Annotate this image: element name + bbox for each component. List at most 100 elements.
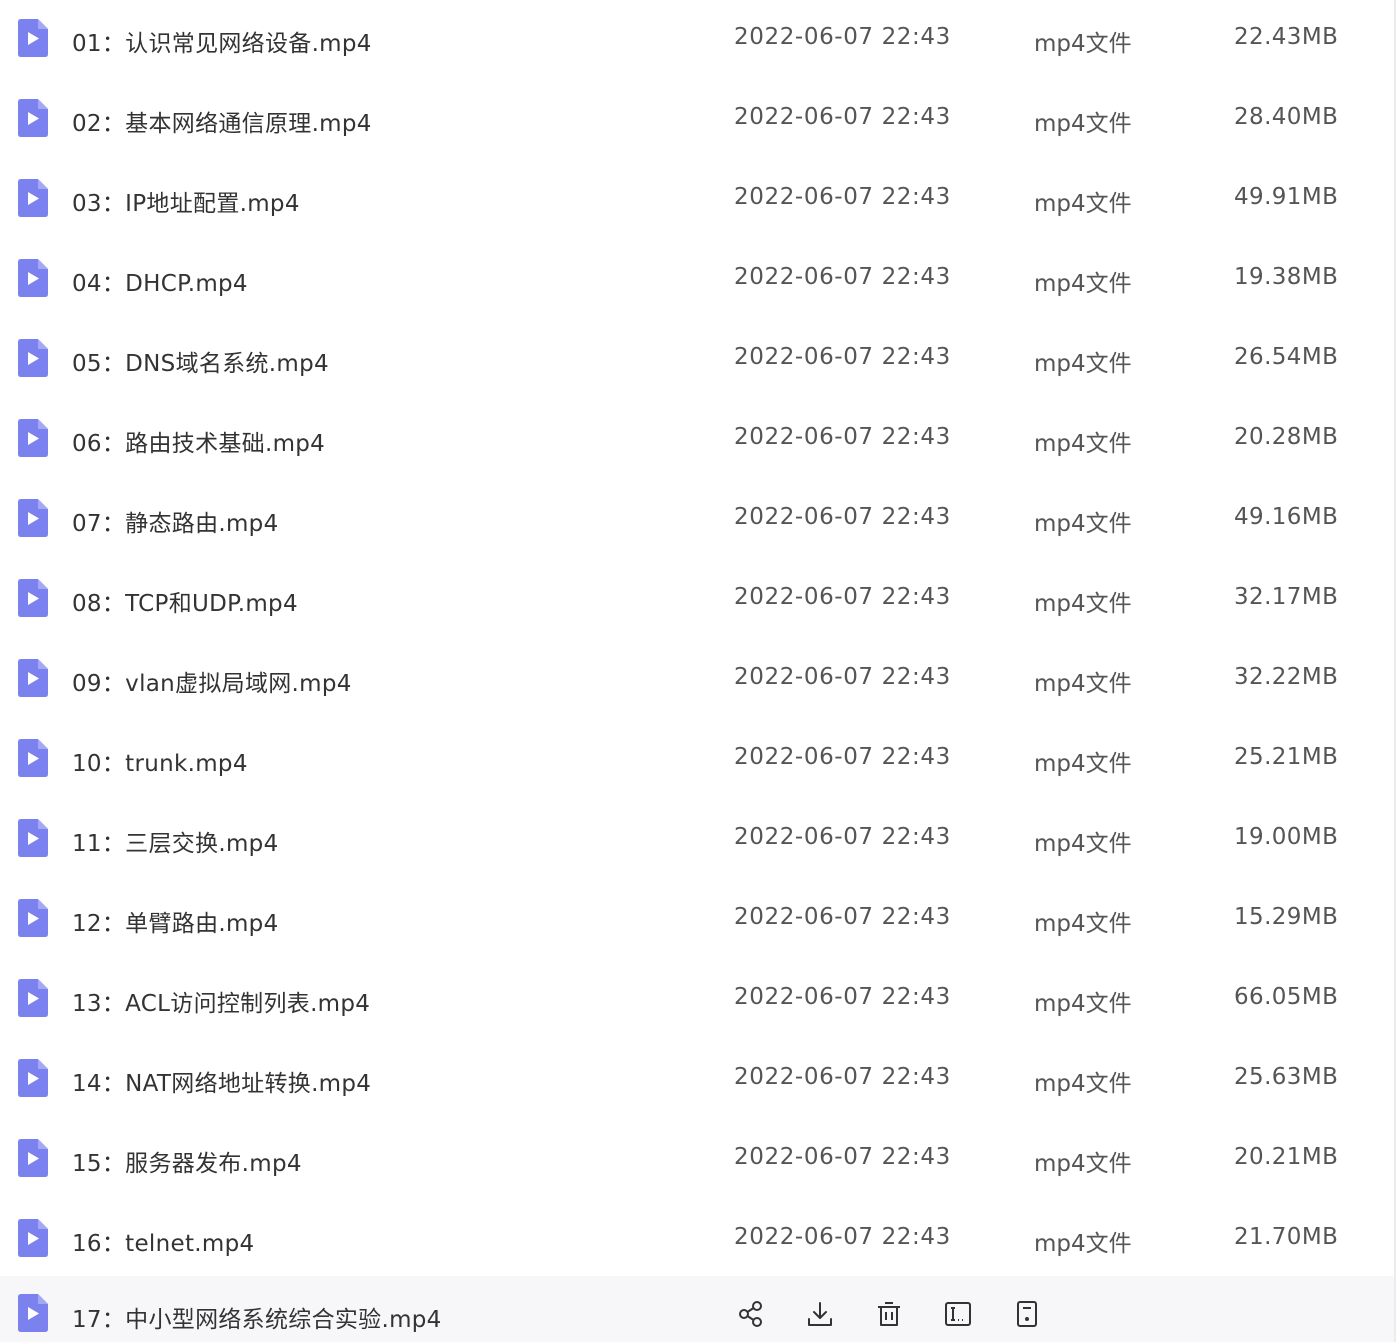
- file-row[interactable]: 07：静态路由.mp4 2022-06-07 22:43 mp4文件 49.16…: [0, 480, 1396, 560]
- file-row[interactable]: 15：服务器发布.mp4 2022-06-07 22:43 mp4文件 20.2…: [0, 1120, 1396, 1200]
- file-type: mp4文件: [1034, 111, 1132, 137]
- video-file-icon: [16, 899, 48, 937]
- file-row[interactable]: 11：三层交换.mp4 2022-06-07 22:43 mp4文件 19.00…: [0, 800, 1396, 880]
- video-file-icon: [16, 659, 48, 697]
- file-row[interactable]: 03：IP地址配置.mp4 2022-06-07 22:43 mp4文件 49.…: [0, 160, 1396, 240]
- file-size: 28.40MB: [1234, 104, 1339, 130]
- file-name[interactable]: 08：TCP和UDP.mp4: [72, 584, 298, 618]
- file-row[interactable]: 02：基本网络通信原理.mp4 2022-06-07 22:43 mp4文件 2…: [0, 80, 1396, 160]
- file-name[interactable]: 17：中小型网络系统综合实验.mp4: [72, 1300, 442, 1334]
- file-size: 19.00MB: [1234, 824, 1339, 850]
- file-date: 2022-06-07 22:43: [734, 424, 951, 450]
- file-date: 2022-06-07 22:43: [734, 344, 951, 370]
- file-row[interactable]: 06：路由技术基础.mp4 2022-06-07 22:43 mp4文件 20.…: [0, 400, 1396, 480]
- file-name[interactable]: 16：telnet.mp4: [72, 1224, 254, 1258]
- more-icon[interactable]: [1010, 1297, 1044, 1331]
- file-name[interactable]: 02：基本网络通信原理.mp4: [72, 104, 372, 138]
- file-row-hovered[interactable]: 17：中小型网络系统综合实验.mp4: [0, 1276, 1396, 1342]
- file-date: 2022-06-07 22:43: [734, 984, 951, 1010]
- file-name[interactable]: 07：静态路由.mp4: [72, 504, 279, 538]
- video-file-icon: [16, 259, 48, 297]
- video-file-icon: [16, 419, 48, 457]
- file-list: 01：认识常见网络设备.mp4 2022-06-07 22:43 mp4文件 2…: [0, 0, 1396, 1342]
- file-date: 2022-06-07 22:43: [734, 584, 951, 610]
- video-file-icon: [16, 499, 48, 537]
- file-type: mp4文件: [1034, 1231, 1132, 1257]
- file-row[interactable]: 05：DNS域名系统.mp4 2022-06-07 22:43 mp4文件 26…: [0, 320, 1396, 400]
- file-name[interactable]: 06：路由技术基础.mp4: [72, 424, 325, 458]
- video-file-icon: [16, 1059, 48, 1097]
- download-icon[interactable]: [803, 1297, 837, 1331]
- video-file-icon: [16, 1294, 48, 1332]
- video-file-icon: [16, 179, 48, 217]
- file-name[interactable]: 13：ACL访问控制列表.mp4: [72, 984, 370, 1018]
- file-type: mp4文件: [1034, 1151, 1132, 1177]
- file-date: 2022-06-07 22:43: [734, 664, 951, 690]
- file-date: 2022-06-07 22:43: [734, 24, 951, 50]
- video-file-icon: [16, 19, 48, 57]
- file-size: 20.21MB: [1234, 1144, 1339, 1170]
- file-size: 19.38MB: [1234, 264, 1339, 290]
- video-file-icon: [16, 579, 48, 617]
- file-name[interactable]: 03：IP地址配置.mp4: [72, 184, 300, 218]
- file-type: mp4文件: [1034, 911, 1132, 937]
- video-file-icon: [16, 339, 48, 377]
- rename-icon[interactable]: [941, 1297, 975, 1331]
- file-name[interactable]: 14：NAT网络地址转换.mp4: [72, 1064, 371, 1098]
- file-type: mp4文件: [1034, 271, 1132, 297]
- row-actions: [734, 1294, 1079, 1334]
- file-type: mp4文件: [1034, 191, 1132, 217]
- video-file-icon: [16, 99, 48, 137]
- file-row[interactable]: 01：认识常见网络设备.mp4 2022-06-07 22:43 mp4文件 2…: [0, 0, 1396, 80]
- file-date: 2022-06-07 22:43: [734, 184, 951, 210]
- video-file-icon: [16, 739, 48, 777]
- file-size: 15.29MB: [1234, 904, 1339, 930]
- file-size: 26.54MB: [1234, 344, 1339, 370]
- file-size: 21.70MB: [1234, 1224, 1339, 1250]
- video-file-icon: [16, 979, 48, 1017]
- file-size: 66.05MB: [1234, 984, 1339, 1010]
- file-name[interactable]: 15：服务器发布.mp4: [72, 1144, 302, 1178]
- video-file-icon: [16, 1139, 48, 1177]
- file-row[interactable]: 10：trunk.mp4 2022-06-07 22:43 mp4文件 25.2…: [0, 720, 1396, 800]
- file-date: 2022-06-07 22:43: [734, 1224, 951, 1250]
- delete-icon[interactable]: [872, 1297, 906, 1331]
- video-file-icon: [16, 819, 48, 857]
- file-size: 25.21MB: [1234, 744, 1339, 770]
- file-date: 2022-06-07 22:43: [734, 744, 951, 770]
- file-row[interactable]: 16：telnet.mp4 2022-06-07 22:43 mp4文件 21.…: [0, 1200, 1396, 1280]
- file-row[interactable]: 09：vlan虚拟局域网.mp4 2022-06-07 22:43 mp4文件 …: [0, 640, 1396, 720]
- file-row[interactable]: 08：TCP和UDP.mp4 2022-06-07 22:43 mp4文件 32…: [0, 560, 1396, 640]
- file-name[interactable]: 05：DNS域名系统.mp4: [72, 344, 329, 378]
- file-type: mp4文件: [1034, 431, 1132, 457]
- share-icon[interactable]: [734, 1297, 768, 1331]
- file-name[interactable]: 12：单臂路由.mp4: [72, 904, 279, 938]
- video-file-icon: [16, 1219, 48, 1257]
- file-row[interactable]: 13：ACL访问控制列表.mp4 2022-06-07 22:43 mp4文件 …: [0, 960, 1396, 1040]
- file-date: 2022-06-07 22:43: [734, 904, 951, 930]
- file-date: 2022-06-07 22:43: [734, 264, 951, 290]
- file-name[interactable]: 09：vlan虚拟局域网.mp4: [72, 664, 352, 698]
- file-type: mp4文件: [1034, 591, 1132, 617]
- file-size: 49.91MB: [1234, 184, 1339, 210]
- file-type: mp4文件: [1034, 751, 1132, 777]
- file-row[interactable]: 14：NAT网络地址转换.mp4 2022-06-07 22:43 mp4文件 …: [0, 1040, 1396, 1120]
- file-row[interactable]: 04：DHCP.mp4 2022-06-07 22:43 mp4文件 19.38…: [0, 240, 1396, 320]
- file-date: 2022-06-07 22:43: [734, 104, 951, 130]
- file-name[interactable]: 10：trunk.mp4: [72, 744, 248, 778]
- file-size: 49.16MB: [1234, 504, 1339, 530]
- file-date: 2022-06-07 22:43: [734, 504, 951, 530]
- file-type: mp4文件: [1034, 351, 1132, 377]
- file-size: 22.43MB: [1234, 24, 1339, 50]
- file-size: 25.63MB: [1234, 1064, 1339, 1090]
- file-name[interactable]: 11：三层交换.mp4: [72, 824, 279, 858]
- file-size: 32.22MB: [1234, 664, 1339, 690]
- file-name[interactable]: 01：认识常见网络设备.mp4: [72, 24, 372, 58]
- file-name[interactable]: 04：DHCP.mp4: [72, 264, 248, 298]
- file-type: mp4文件: [1034, 991, 1132, 1017]
- file-type: mp4文件: [1034, 1071, 1132, 1097]
- file-type: mp4文件: [1034, 31, 1132, 57]
- file-row[interactable]: 12：单臂路由.mp4 2022-06-07 22:43 mp4文件 15.29…: [0, 880, 1396, 960]
- file-date: 2022-06-07 22:43: [734, 824, 951, 850]
- file-size: 32.17MB: [1234, 584, 1339, 610]
